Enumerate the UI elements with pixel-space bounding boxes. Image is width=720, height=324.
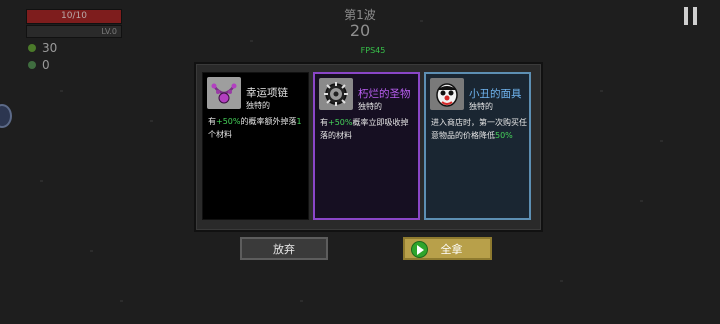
item-description: 有+50%的概率额外掉落1 个材料 — [208, 115, 306, 141]
item-card-lucky-necklace[interactable]: 幸运项链 独特的 有+50%的概率额外掉落1 个材料 — [202, 72, 309, 220]
necklace-icon — [207, 77, 241, 109]
item-name: 朽烂的圣物 — [358, 88, 411, 100]
pause-button[interactable] — [684, 7, 698, 25]
item-rarity: 独特的 — [358, 102, 382, 111]
play-icon — [411, 241, 428, 258]
highlight-value: +50% — [216, 117, 241, 126]
item-choice-panel: 幸运项链 独特的 有+50%的概率额外掉落1个材料 朽烂的圣物 独特的 有+50… — [194, 62, 543, 232]
item-name: 幸运项链 — [246, 87, 288, 99]
item-card-clown-mask[interactable]: 小丑的面具 独特的 进入商店时，第一次购买任意物品的价格降低50% — [424, 72, 531, 220]
wave-timer: 20 — [349, 21, 371, 40]
description-text: 的概率额外掉落 — [240, 117, 297, 126]
item-name: 小丑的面具 — [469, 88, 522, 100]
description-text: 有 — [320, 118, 328, 127]
abandon-button[interactable]: 放弃 — [240, 237, 328, 260]
item-description: 有+50%概率立即吸收掉落的材料 — [320, 116, 416, 142]
side-menu-button[interactable] — [0, 104, 12, 128]
take-all-button[interactable]: 全拿 — [403, 237, 492, 260]
clown-mask-icon — [430, 78, 464, 110]
take-all-label: 全拿 — [440, 243, 463, 256]
item-description: 进入商店时，第一次购买任意物品的价格降低50% — [431, 116, 527, 142]
holy-relic-icon — [319, 78, 353, 110]
pause-icon — [684, 7, 688, 25]
description-text: 个材料 — [208, 130, 232, 139]
bag-counter: 0 — [28, 58, 50, 72]
fps-counter: FPS45 — [360, 46, 386, 55]
highlight-value: +50% — [328, 118, 353, 127]
item-rarity: 独特的 — [469, 102, 493, 111]
highlight-value: 50% — [495, 131, 513, 140]
description-text: 有 — [208, 117, 216, 126]
bag-icon — [28, 61, 36, 69]
highlight-value: 1 — [296, 117, 302, 126]
item-card-rotten-relic[interactable]: 朽烂的圣物 独特的 有+50%概率立即吸收掉落的材料 — [313, 72, 420, 220]
item-rarity: 独特的 — [246, 101, 270, 110]
bag-count: 0 — [42, 58, 50, 72]
